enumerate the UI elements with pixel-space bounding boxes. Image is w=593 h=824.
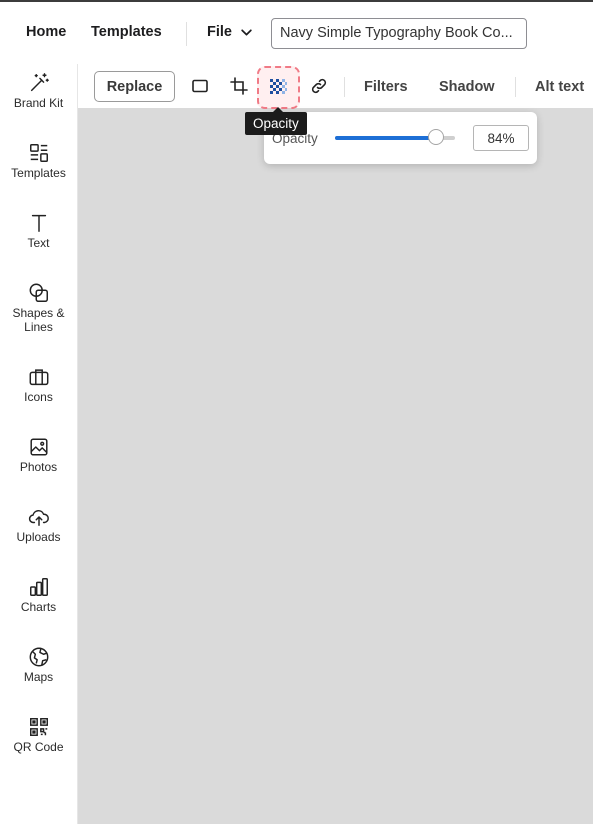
toolbar-divider xyxy=(515,77,516,97)
home-link[interactable]: Home xyxy=(26,24,66,40)
link-button[interactable] xyxy=(309,76,329,96)
alt-text-button[interactable]: Alt text xyxy=(535,79,584,95)
sidebar-item-uploads[interactable]: Uploads xyxy=(0,506,77,544)
design-canvas[interactable] xyxy=(78,108,593,824)
shapes-icon xyxy=(29,283,48,302)
toolbar-divider xyxy=(344,77,345,97)
sidebar-item-label: QR Code xyxy=(13,740,64,754)
sidebar-item-shapes-lines[interactable]: Shapes & Lines xyxy=(0,282,77,334)
briefcase-icon xyxy=(29,369,48,386)
shadow-button[interactable]: Shadow xyxy=(439,79,495,95)
opacity-slider-fill xyxy=(335,136,436,140)
replace-button[interactable]: Replace xyxy=(94,71,175,102)
top-bar: Home Templates File Navy Simple Typograp… xyxy=(0,0,593,64)
opacity-slider-thumb[interactable] xyxy=(427,129,444,145)
upload-cloud-icon xyxy=(28,509,49,526)
qr-code-icon xyxy=(29,718,48,736)
file-menu[interactable]: File xyxy=(207,24,253,40)
sidebar-item-brand-kit[interactable]: Brand Kit xyxy=(0,72,77,110)
sidebar-item-label: Shapes & Lines xyxy=(12,306,65,334)
document-title-input[interactable]: Navy Simple Typography Book Co... xyxy=(271,18,527,49)
border-button[interactable] xyxy=(190,76,210,96)
sidebar-item-templates[interactable]: Templates xyxy=(0,142,77,180)
crop-icon xyxy=(230,77,248,95)
sidebar-item-label: Photos xyxy=(19,460,58,474)
opacity-value-input[interactable]: 84% xyxy=(473,125,529,151)
sidebar-item-qr-code[interactable]: QR Code xyxy=(0,716,77,754)
photo-icon xyxy=(29,438,48,456)
rectangle-border-icon xyxy=(192,79,208,93)
opacity-slider[interactable] xyxy=(335,129,455,145)
sidebar-item-label: Icons xyxy=(24,390,53,404)
link-icon xyxy=(311,78,327,94)
chevron-down-icon xyxy=(241,28,252,36)
sidebar-item-label: Brand Kit xyxy=(13,96,64,110)
sidebar: Brand Kit Templates Text Shapes & Lines … xyxy=(0,64,78,824)
bar-chart-icon xyxy=(29,578,48,596)
filters-button[interactable]: Filters xyxy=(364,79,408,95)
file-menu-label: File xyxy=(207,24,232,40)
opacity-tooltip: Opacity xyxy=(245,107,307,135)
image-toolbar: Replace Filters Shadow Alt text xyxy=(78,64,593,108)
opacity-checker-icon xyxy=(270,79,287,94)
sidebar-item-label: Charts xyxy=(20,600,57,614)
sidebar-item-label: Uploads xyxy=(16,530,61,544)
magic-wand-icon xyxy=(30,73,49,92)
crop-button[interactable] xyxy=(229,76,249,96)
templates-link[interactable]: Templates xyxy=(91,24,162,40)
sidebar-item-charts[interactable]: Charts xyxy=(0,576,77,614)
sidebar-item-maps[interactable]: Maps xyxy=(0,646,77,684)
text-icon xyxy=(31,214,46,232)
divider xyxy=(186,22,187,46)
sidebar-item-label: Templates xyxy=(11,166,66,180)
sidebar-item-label: Text xyxy=(27,236,50,250)
templates-icon xyxy=(29,144,48,162)
sidebar-item-text[interactable]: Text xyxy=(0,212,77,250)
sidebar-item-icons[interactable]: Icons xyxy=(0,366,77,404)
globe-icon xyxy=(29,647,48,667)
sidebar-item-label: Maps xyxy=(23,670,54,684)
sidebar-item-photos[interactable]: Photos xyxy=(0,436,77,474)
